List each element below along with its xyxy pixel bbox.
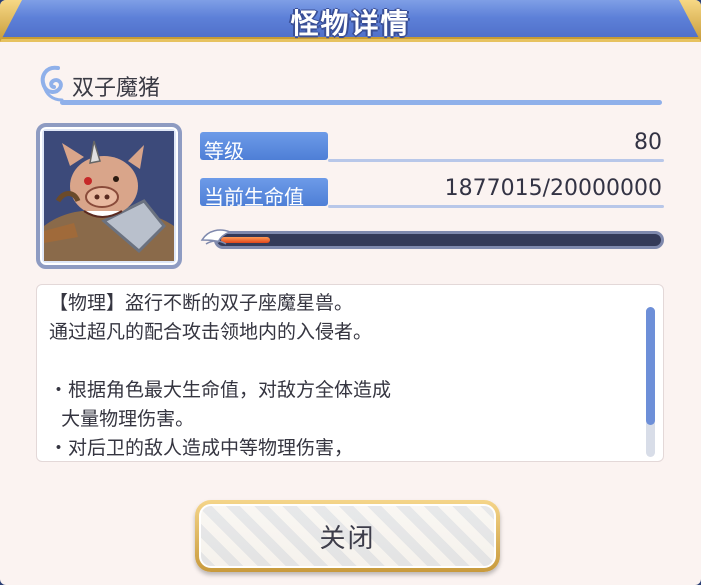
close-button[interactable]: 关闭 xyxy=(195,500,500,572)
level-value: 80 xyxy=(634,130,662,155)
wing-ornament-icon xyxy=(200,229,233,245)
monster-name: 双子魔猪 xyxy=(72,76,161,101)
level-label-background: 等级 xyxy=(200,132,328,163)
close-button-face: 关闭 xyxy=(199,504,496,568)
description-scrollbar[interactable] xyxy=(646,307,655,457)
hp-bar xyxy=(200,226,664,256)
hp-label: 当前生命值 xyxy=(204,185,304,209)
stat-row-hp: 当前生命值 1877015/20000000 xyxy=(200,176,664,210)
monster-detail-dialog: 怪物详情 双子魔猪 等级 80 当前生命值 1877015/20000000 【… xyxy=(0,0,701,585)
boar-monster-portrait-icon xyxy=(44,131,174,261)
monster-portrait xyxy=(36,123,182,269)
hp-bar-track xyxy=(214,231,664,249)
hp-underline xyxy=(328,205,664,208)
level-label: 等级 xyxy=(204,139,244,163)
level-underline xyxy=(328,159,664,162)
monster-name-row: 双子魔猪 xyxy=(36,62,664,106)
name-underline xyxy=(60,100,662,105)
swirl-ornament-icon xyxy=(40,65,64,102)
close-button-label: 关闭 xyxy=(319,523,376,554)
dialog-title: 怪物详情 xyxy=(290,7,411,40)
hp-value: 1877015/20000000 xyxy=(444,176,662,201)
description-box[interactable]: 【物理】盗行不断的双子座魔星兽。 通过超凡的配合攻击领地内的入侵者。 ・根据角色… xyxy=(36,284,664,462)
hp-label-background: 当前生命值 xyxy=(200,178,328,209)
scrollbar-thumb[interactable] xyxy=(646,307,655,425)
stat-row-level: 等级 80 xyxy=(200,130,664,164)
description-text: 【物理】盗行不断的双子座魔星兽。 通过超凡的配合攻击领地内的入侵者。 ・根据角色… xyxy=(49,292,392,459)
title-bar: 怪物详情 xyxy=(0,0,701,42)
